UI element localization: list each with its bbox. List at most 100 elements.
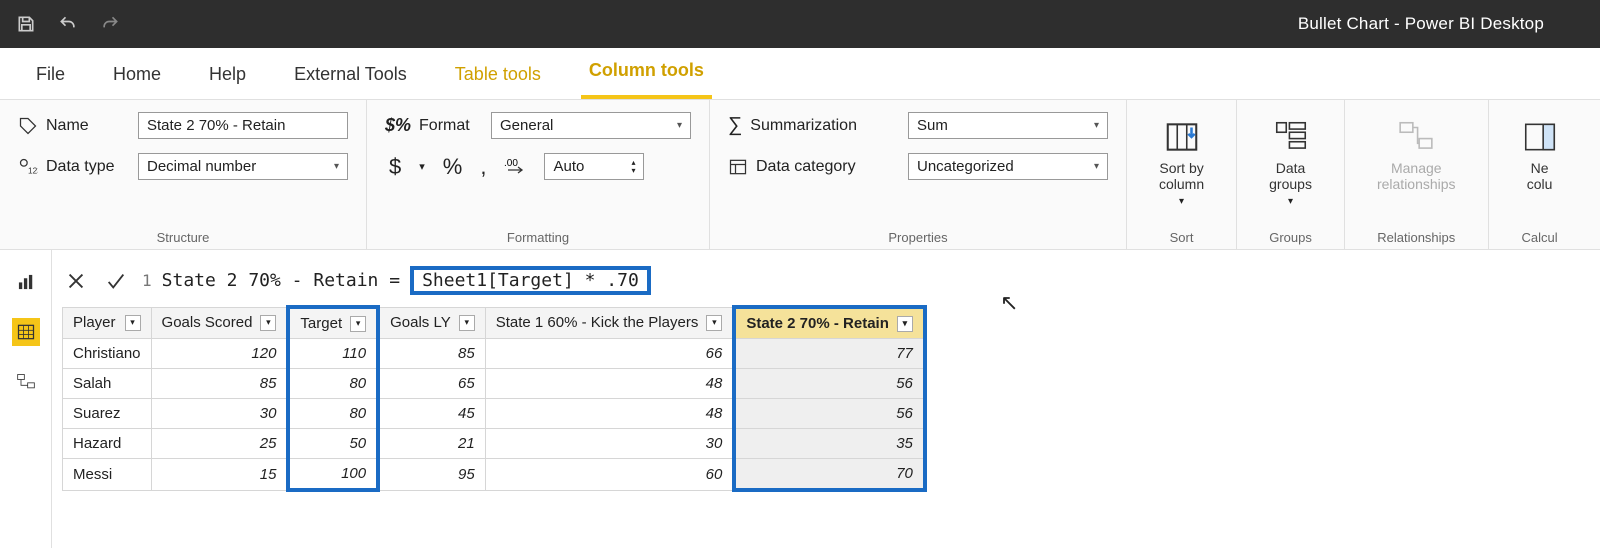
model-view-icon[interactable] [12, 368, 40, 396]
cell-s2[interactable]: 77 [734, 339, 925, 369]
tab-table-tools[interactable]: Table tools [447, 52, 549, 99]
cell-goals[interactable]: 120 [151, 339, 288, 369]
name-label: Name [18, 116, 128, 136]
commit-formula-button[interactable] [102, 267, 130, 295]
report-view-icon[interactable] [12, 268, 40, 296]
summarization-select[interactable]: Sum▾ [908, 112, 1108, 139]
cell-goals[interactable]: 15 [151, 459, 288, 491]
ribbon-group-groups: Data groups ▾ Groups [1237, 100, 1345, 249]
cell-player[interactable]: Christiano [63, 339, 152, 369]
cell-player[interactable]: Suarez [63, 399, 152, 429]
filter-dropdown-icon[interactable]: ▾ [350, 316, 366, 332]
cell-player[interactable]: Messi [63, 459, 152, 491]
sort-by-column-button[interactable]: Sort by column ▾ [1145, 112, 1218, 213]
cancel-formula-button[interactable] [62, 267, 90, 295]
cell-s2[interactable]: 56 [734, 399, 925, 429]
filter-dropdown-icon[interactable]: ▾ [125, 315, 141, 331]
tab-home[interactable]: Home [105, 52, 169, 99]
col-header-state2[interactable]: State 2 70% - Retain▾ [734, 307, 925, 339]
cell-s2[interactable]: 56 [734, 369, 925, 399]
view-sidebar [0, 250, 52, 548]
cell-goals[interactable]: 25 [151, 429, 288, 459]
cell-player[interactable]: Salah [63, 369, 152, 399]
cell-ly[interactable]: 95 [378, 459, 485, 491]
name-input[interactable]: State 2 70% - Retain [138, 112, 348, 139]
col-header-goalsly[interactable]: Goals LY▾ [378, 307, 485, 339]
ribbon-group-relationships: Manage relationships Relationships [1345, 100, 1489, 249]
cell-target[interactable]: 110 [288, 339, 378, 369]
ribbon-group-structure: Name State 2 70% - Retain 123 Data type … [0, 100, 367, 249]
filter-dropdown-icon[interactable]: ▾ [459, 315, 475, 331]
save-icon[interactable] [16, 14, 36, 34]
formula-input[interactable]: 1 State 2 70% - Retain = Sheet1[Target] … [142, 266, 1580, 295]
cell-goals[interactable]: 30 [151, 399, 288, 429]
tab-file[interactable]: File [28, 52, 73, 99]
ribbon-group-formatting: $% Format General▾ $ ▾ % , .00 Auto ▴▾ [367, 100, 710, 249]
datatype-select[interactable]: Decimal number▾ [138, 153, 348, 180]
cell-target[interactable]: 80 [288, 369, 378, 399]
datacategory-select[interactable]: Uncategorized▾ [908, 153, 1108, 180]
table-row[interactable]: Suarez3080454856 [63, 399, 925, 429]
data-table: Player▾ Goals Scored▾ Target▾ Goals LY▾ … [62, 305, 927, 492]
format-select[interactable]: General▾ [491, 112, 691, 139]
percent-button[interactable]: % [439, 154, 467, 180]
cell-player[interactable]: Hazard [63, 429, 152, 459]
datacategory-label: Data category [728, 157, 898, 177]
col-header-target[interactable]: Target▾ [288, 307, 378, 339]
chevron-down-icon: ▾ [677, 120, 682, 131]
tab-external-tools[interactable]: External Tools [286, 52, 415, 99]
cell-s1[interactable]: 48 [485, 369, 734, 399]
group-label-relationships: Relationships [1363, 226, 1470, 245]
titlebar: Bullet Chart - Power BI Desktop [0, 0, 1600, 48]
data-view-icon[interactable] [12, 318, 40, 346]
format-label: $% Format [385, 115, 481, 136]
cell-ly[interactable]: 45 [378, 399, 485, 429]
undo-icon[interactable] [58, 14, 78, 34]
decimal-places-input[interactable]: Auto ▴▾ [544, 153, 644, 180]
cell-s1[interactable]: 30 [485, 429, 734, 459]
table-row[interactable]: Hazard2550213035 [63, 429, 925, 459]
currency-button[interactable]: $ [385, 154, 405, 180]
filter-dropdown-icon[interactable]: ▾ [897, 316, 913, 332]
tab-column-tools[interactable]: Column tools [581, 48, 712, 99]
filter-dropdown-icon[interactable]: ▾ [260, 315, 276, 331]
cell-ly[interactable]: 65 [378, 369, 485, 399]
new-column-button[interactable]: Ne colu [1507, 112, 1573, 198]
format-icon: $% [385, 115, 411, 136]
cell-s1[interactable]: 60 [485, 459, 734, 491]
cell-s1[interactable]: 48 [485, 399, 734, 429]
cell-s1[interactable]: 66 [485, 339, 734, 369]
decimal-icon[interactable]: .00 [500, 156, 534, 178]
cell-goals[interactable]: 85 [151, 369, 288, 399]
cell-target[interactable]: 100 [288, 459, 378, 491]
formula-expression: Sheet1[Target] * .70 [410, 266, 651, 295]
manage-relationships-button: Manage relationships [1363, 112, 1470, 198]
formula-lead: State 2 70% - Retain = [162, 270, 400, 291]
cell-ly[interactable]: 21 [378, 429, 485, 459]
table-row[interactable]: Christiano120110856677 [63, 339, 925, 369]
ribbon-group-sort: Sort by column ▾ Sort [1127, 100, 1237, 249]
cell-target[interactable]: 50 [288, 429, 378, 459]
redo-icon[interactable] [100, 14, 120, 34]
category-icon [728, 157, 748, 177]
table-row[interactable]: Salah8580654856 [63, 369, 925, 399]
cell-s2[interactable]: 35 [734, 429, 925, 459]
filter-dropdown-icon[interactable]: ▾ [706, 315, 722, 331]
chevron-down-icon: ▾ [1288, 196, 1293, 207]
thousands-button[interactable]: , [476, 154, 490, 180]
group-label-sort: Sort [1145, 226, 1218, 245]
table-row[interactable]: Messi15100956070 [63, 459, 925, 491]
tab-help[interactable]: Help [201, 52, 254, 99]
cell-target[interactable]: 80 [288, 399, 378, 429]
datatype-label: 123 Data type [18, 157, 128, 177]
group-label-formatting: Formatting [385, 226, 691, 245]
col-header-state1[interactable]: State 1 60% - Kick the Players▾ [485, 307, 734, 339]
col-header-player[interactable]: Player▾ [63, 307, 152, 339]
cell-s2[interactable]: 70 [734, 459, 925, 491]
cell-ly[interactable]: 85 [378, 339, 485, 369]
data-groups-button[interactable]: Data groups ▾ [1255, 112, 1326, 213]
data-canvas: 1 State 2 70% - Retain = Sheet1[Target] … [52, 250, 1600, 548]
col-header-goals[interactable]: Goals Scored▾ [151, 307, 288, 339]
currency-dropdown[interactable]: ▾ [415, 160, 429, 173]
stepper-down-icon[interactable]: ▾ [631, 167, 635, 175]
